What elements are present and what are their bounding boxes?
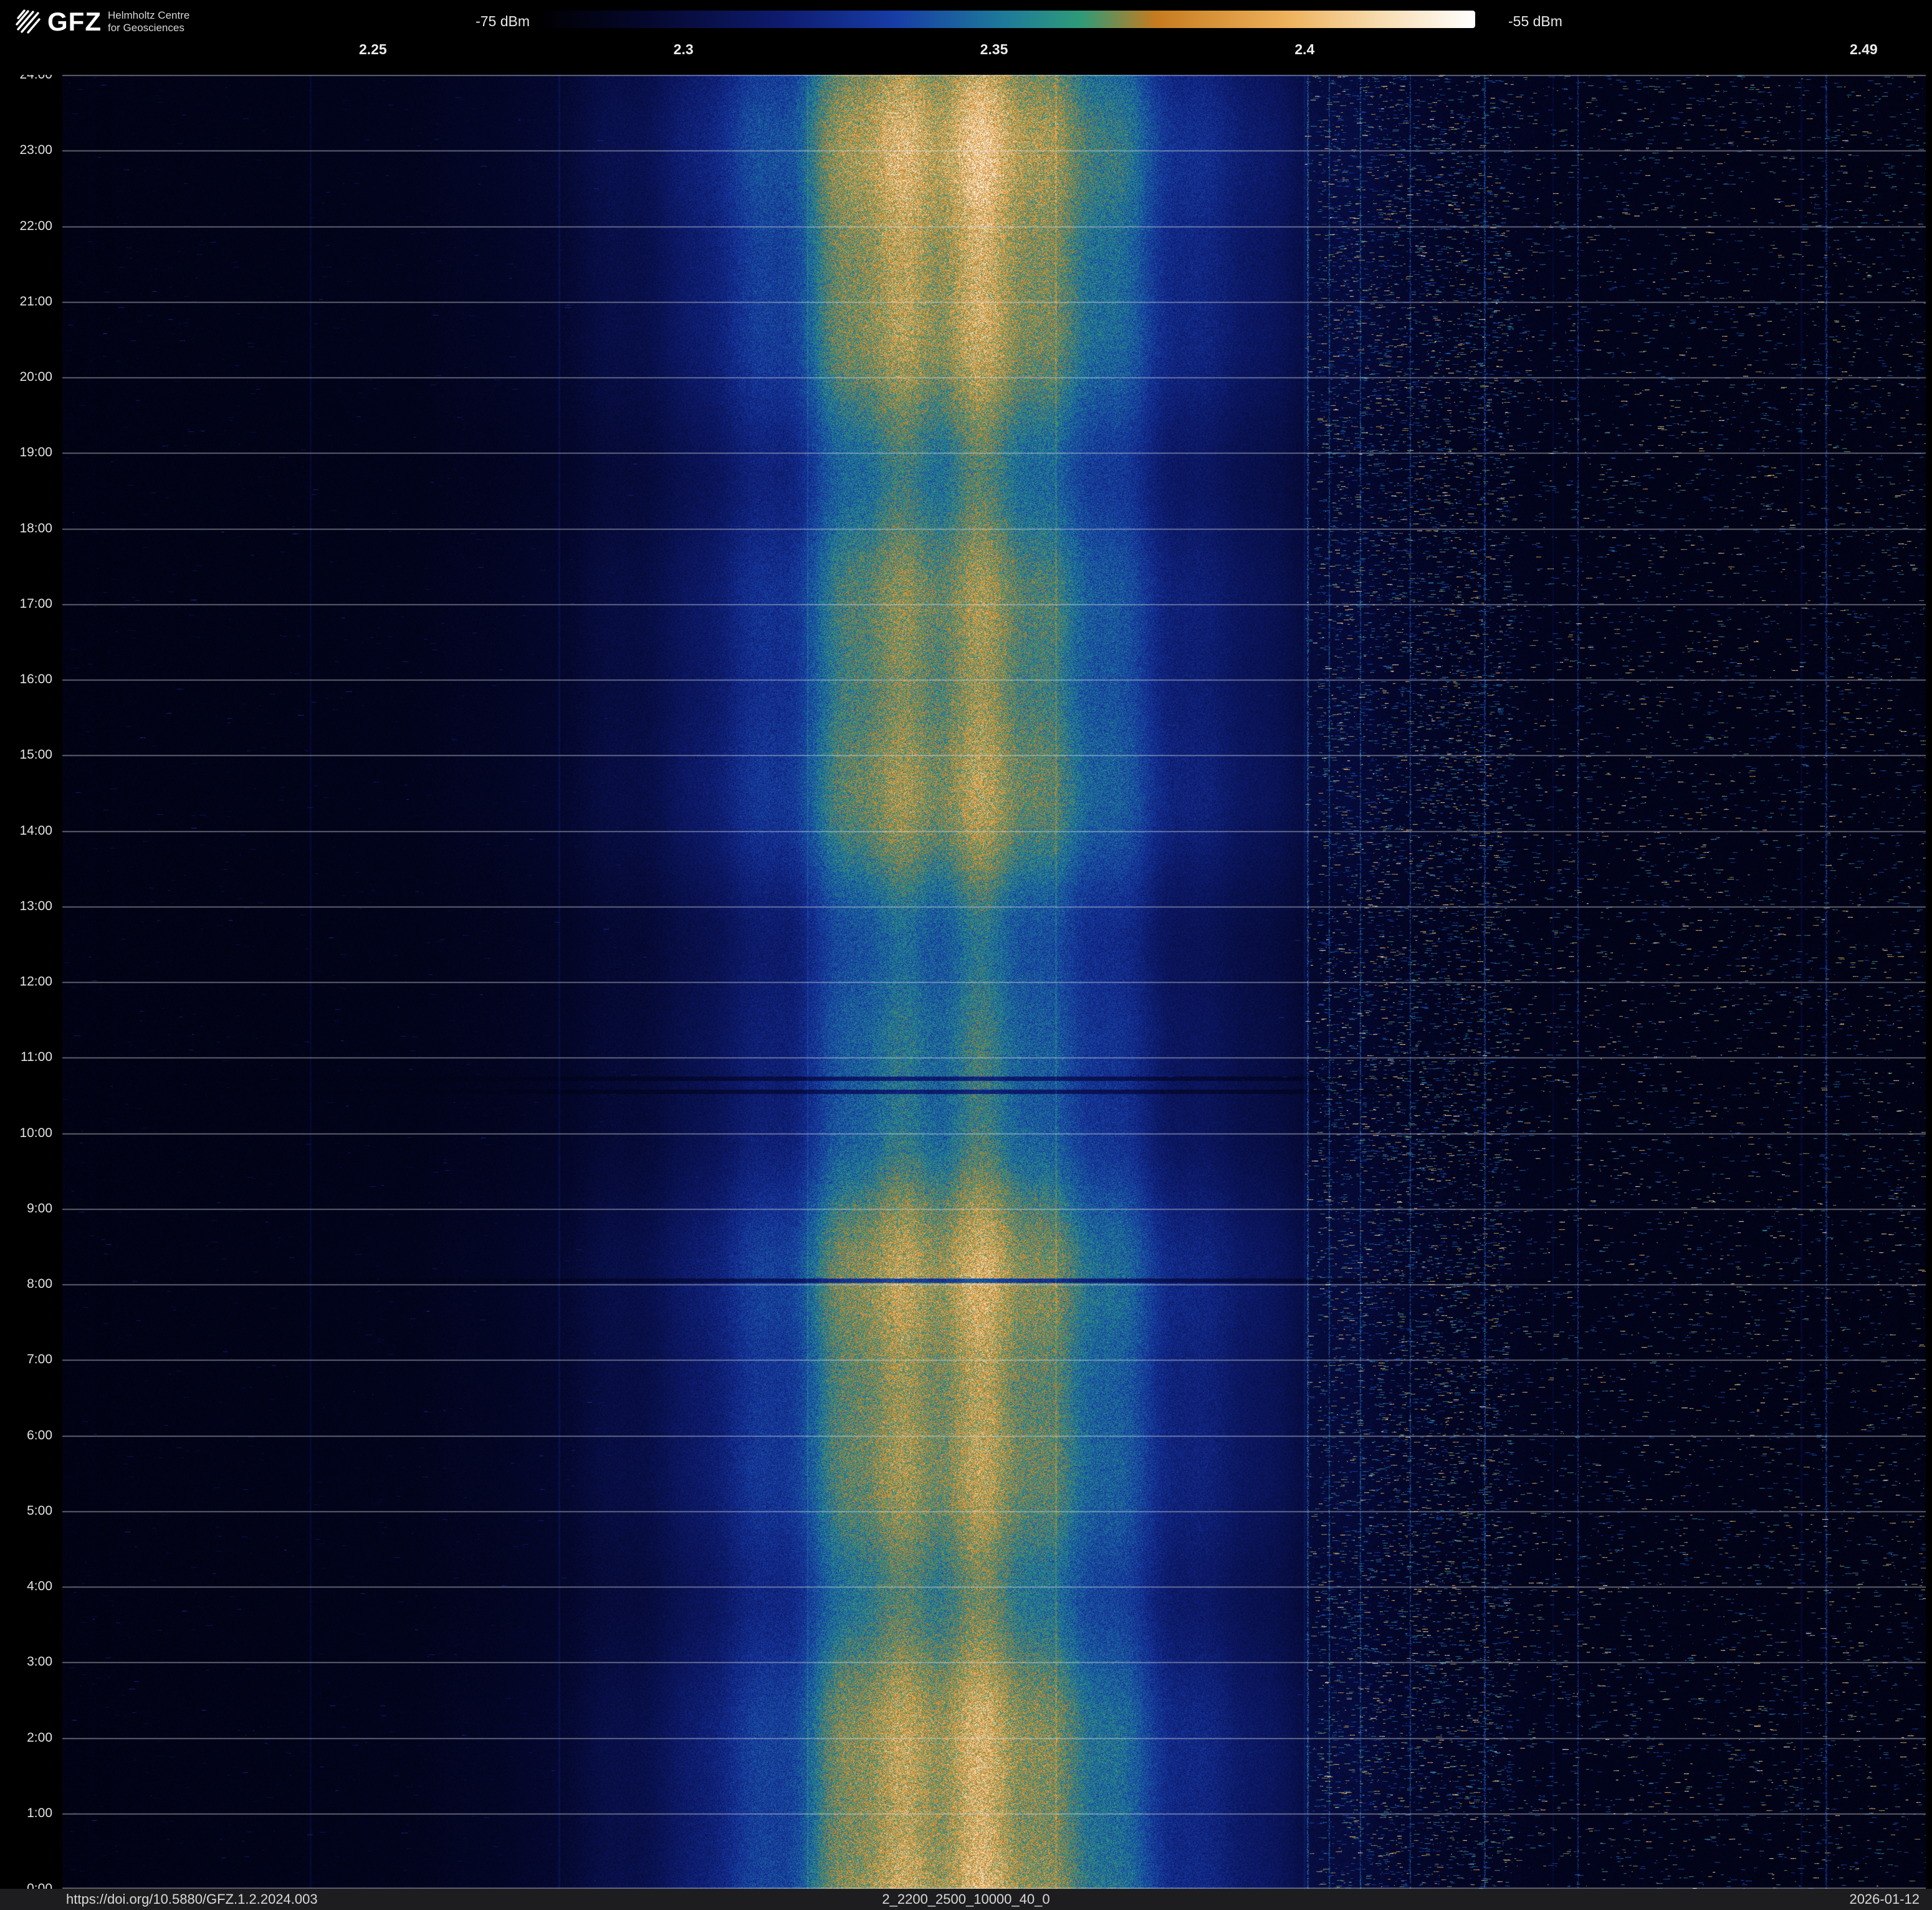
time-tick-label: 6:00 — [27, 1428, 52, 1442]
time-tick-label: 18:00 — [19, 521, 52, 535]
time-tick-label: 14:00 — [19, 823, 52, 838]
time-tick-label: 23:00 — [19, 143, 52, 158]
time-tick-label: 17:00 — [19, 596, 52, 611]
date-label: 2026-01-12 — [1849, 1891, 1920, 1907]
dataset-id: 2_2200_2500_10000_40_0 — [882, 1891, 1050, 1907]
time-tick-label: 3:00 — [27, 1654, 52, 1669]
frequency-axis-labels: 2.25 2.3 2.35 2.4 2.49 — [0, 0, 1932, 75]
spectrogram-canvas — [62, 75, 1926, 1889]
time-tick-label: 7:00 — [27, 1352, 52, 1367]
time-tick-label: 1:00 — [27, 1805, 52, 1820]
time-tick-label: 9:00 — [27, 1201, 52, 1216]
time-tick-label: 10:00 — [19, 1125, 52, 1140]
time-axis-labels: 24:0023:0022:0021:0020:0019:0018:0017:00… — [0, 0, 59, 1910]
time-tick-label: 8:00 — [27, 1277, 52, 1291]
time-tick-label: 15:00 — [19, 747, 52, 762]
time-tick-label: 21:00 — [19, 294, 52, 309]
frequency-tick-label: 2.3 — [673, 41, 694, 57]
time-tick-label: 22:00 — [19, 218, 52, 233]
time-tick-label: 5:00 — [27, 1503, 52, 1518]
frequency-tick-label: 2.35 — [980, 41, 1008, 57]
footer-bar: https://doi.org/10.5880/GFZ.1.2.2024.003… — [0, 1889, 1932, 1910]
time-tick-label: 20:00 — [19, 370, 52, 384]
frequency-tick-label: 2.49 — [1849, 41, 1878, 57]
time-tick-label: 12:00 — [19, 974, 52, 989]
time-tick-label: 16:00 — [19, 672, 52, 686]
time-tick-label: 4:00 — [27, 1579, 52, 1593]
time-tick-label: 19:00 — [19, 445, 52, 460]
time-tick-label: 2:00 — [27, 1730, 52, 1745]
time-tick-label: 13:00 — [19, 898, 52, 913]
time-tick-label: 11:00 — [21, 1050, 52, 1065]
frequency-tick-label: 2.4 — [1294, 41, 1315, 57]
doi-link[interactable]: https://doi.org/10.5880/GFZ.1.2.2024.003 — [66, 1891, 318, 1908]
frequency-tick-label: 2.25 — [358, 41, 387, 57]
